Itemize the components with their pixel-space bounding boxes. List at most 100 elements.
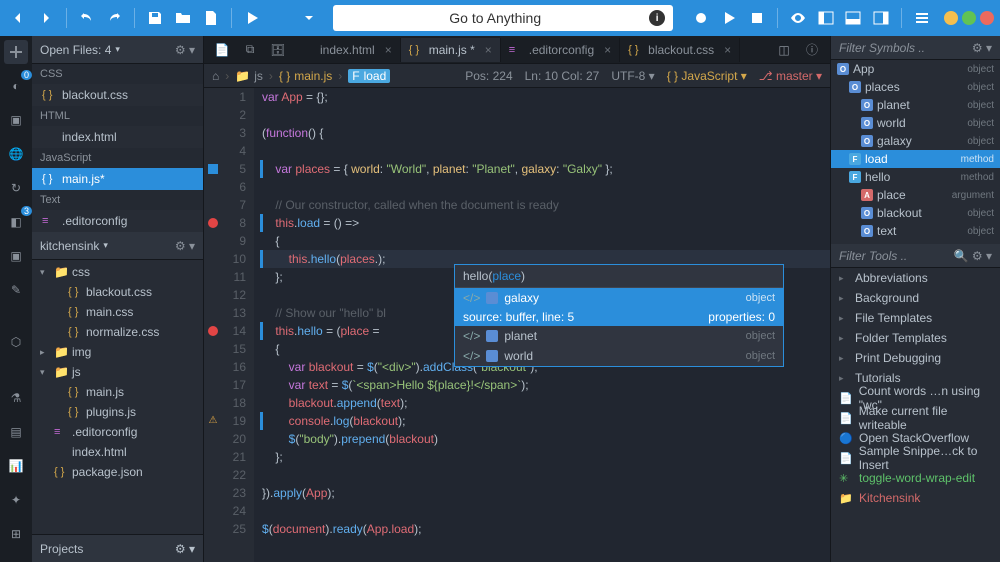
autocomplete-item[interactable]: </>galaxyobject: [455, 288, 783, 308]
symbol-item[interactable]: Floadmethod: [831, 150, 1000, 168]
refresh-icon[interactable]: ↻: [4, 176, 28, 200]
open-file-item[interactable]: { }main.js*: [32, 168, 203, 190]
tool-category[interactable]: ▸File Templates: [831, 308, 1000, 328]
terminal-icon[interactable]: ▤: [4, 420, 28, 444]
open-files-header[interactable]: Open Files: 4 ▾ ⚙ ▾: [32, 36, 203, 64]
tool-category[interactable]: ▸Folder Templates: [831, 328, 1000, 348]
tool-item[interactable]: ✳toggle-word-wrap-edit: [831, 468, 1000, 488]
tool-category[interactable]: ▸Print Debugging: [831, 348, 1000, 368]
tree-file[interactable]: { }package.json: [32, 462, 203, 482]
symbol-item[interactable]: Oplacesobject: [831, 78, 1000, 96]
tree-file[interactable]: ≡.editorconfig: [32, 422, 203, 442]
autocomplete-item[interactable]: </>worldobject: [455, 346, 783, 366]
chart-icon[interactable]: 📊: [4, 454, 28, 478]
symbol-item[interactable]: Oworldobject: [831, 114, 1000, 132]
close-icon[interactable]: ×: [485, 43, 492, 57]
open-file-item[interactable]: index.html: [32, 126, 203, 148]
save-button[interactable]: [143, 4, 167, 32]
editor-tab[interactable]: { }blackout.css×: [620, 38, 740, 62]
open-button[interactable]: [171, 4, 195, 32]
status-branch[interactable]: ⎇ master ▾: [759, 69, 822, 83]
copy-icon[interactable]: ⧉: [236, 36, 264, 64]
minimize-button[interactable]: [944, 11, 958, 25]
status-language[interactable]: { } JavaScript ▾: [667, 69, 747, 83]
symbol-item[interactable]: OAppobject: [831, 60, 1000, 78]
open-file-item[interactable]: { }blackout.css: [32, 84, 203, 106]
tree-file[interactable]: index.html: [32, 442, 203, 462]
projects-header[interactable]: Projects ⚙ ▾: [32, 534, 203, 562]
breadcrumb-folder[interactable]: 📁 js: [235, 69, 263, 83]
star-icon[interactable]: ✦: [4, 488, 28, 512]
status-encoding[interactable]: UTF-8 ▾: [611, 69, 654, 83]
symbols-filter[interactable]: Filter Symbols .. ⚙ ▾: [831, 36, 1000, 60]
search-gear-icon[interactable]: 🔍 ⚙ ▾: [954, 249, 992, 263]
record-button[interactable]: [689, 4, 713, 32]
open-file-item[interactable]: ≡.editorconfig: [32, 210, 203, 232]
tool-item[interactable]: 📄Sample Snippe…ck to Insert: [831, 448, 1000, 468]
close-icon[interactable]: ×: [604, 43, 611, 57]
layout-left-button[interactable]: [814, 4, 838, 32]
redo-button[interactable]: [103, 4, 127, 32]
close-button[interactable]: [980, 11, 994, 25]
layout-right-button[interactable]: [869, 4, 893, 32]
brush-icon[interactable]: ✎: [4, 278, 28, 302]
close-icon[interactable]: ×: [385, 43, 392, 57]
tree-file[interactable]: { }main.css: [32, 302, 203, 322]
back-button[interactable]: [6, 4, 30, 32]
goto-anything-input[interactable]: Go to Anything i: [333, 5, 673, 31]
tree-folder[interactable]: ▾📁css: [32, 262, 203, 282]
grid-icon[interactable]: ⊞: [4, 522, 28, 546]
macro-play-button[interactable]: [717, 4, 741, 32]
tool-item[interactable]: 📁Kitchensink: [831, 488, 1000, 508]
dropdown-button[interactable]: [297, 4, 321, 32]
gear-icon[interactable]: ⚙ ▾: [175, 542, 195, 556]
symbol-item[interactable]: Fhellomethod: [831, 168, 1000, 186]
gear-icon[interactable]: ⚙ ▾: [972, 41, 992, 55]
symbol-item[interactable]: Aplaceargument: [831, 186, 1000, 204]
symbol-item[interactable]: Ogalaxyobject: [831, 132, 1000, 150]
forward-button[interactable]: [34, 4, 58, 32]
split-icon[interactable]: ◫: [770, 36, 798, 64]
menu-button[interactable]: [910, 4, 934, 32]
home-icon[interactable]: ⌂: [212, 69, 219, 83]
stop-button[interactable]: [745, 4, 769, 32]
undo-button[interactable]: [75, 4, 99, 32]
symbol-item[interactable]: Oplanetobject: [831, 96, 1000, 114]
file-icon[interactable]: 📄: [208, 36, 236, 64]
tree-folder[interactable]: ▸📁img: [32, 342, 203, 362]
flask-icon[interactable]: ⚗: [4, 386, 28, 410]
tree-file[interactable]: { }plugins.js: [32, 402, 203, 422]
editor-tab[interactable]: { }main.js *×: [401, 38, 501, 62]
changes-icon[interactable]: ◧: [4, 210, 28, 234]
layout-bottom-button[interactable]: [842, 4, 866, 32]
tool-category[interactable]: ▸Abbreviations: [831, 268, 1000, 288]
gear-icon[interactable]: ⚙ ▾: [175, 43, 195, 57]
add-icon[interactable]: [4, 40, 28, 64]
symbol-item[interactable]: Oblackoutobject: [831, 204, 1000, 222]
code-editor[interactable]: ⚠ 12345678910111213141516171819202122232…: [204, 88, 830, 562]
tree-file[interactable]: { }blackout.css: [32, 282, 203, 302]
tree-file[interactable]: { }normalize.css: [32, 322, 203, 342]
autocomplete-item[interactable]: </>planetobject: [455, 326, 783, 346]
tree-file[interactable]: { }main.js: [32, 382, 203, 402]
bookmark-icon[interactable]: ▣: [4, 108, 28, 132]
tool-category[interactable]: ▸Background: [831, 288, 1000, 308]
editor-tab[interactable]: index.html×: [292, 38, 401, 62]
close-icon[interactable]: ×: [724, 43, 731, 57]
new-file-button[interactable]: [199, 4, 223, 32]
breadcrumb-symbol[interactable]: F load: [348, 69, 390, 83]
symbol-item[interactable]: Otextobject: [831, 222, 1000, 240]
breadcrumb-file[interactable]: { } main.js: [279, 69, 332, 83]
project-header[interactable]: kitchensink ▾ ⚙ ▾: [32, 232, 203, 260]
share-icon[interactable]: ⬡: [4, 330, 28, 354]
tool-item[interactable]: 📄Make current file writeable: [831, 408, 1000, 428]
database-icon[interactable]: 🗄: [264, 36, 292, 64]
panel-icon[interactable]: ▣: [4, 244, 28, 268]
editor-tab[interactable]: ≡.editorconfig×: [501, 38, 620, 62]
tree-folder[interactable]: ▾📁js: [32, 362, 203, 382]
tools-filter[interactable]: Filter Tools .. 🔍 ⚙ ▾: [831, 244, 1000, 268]
gear-icon[interactable]: ⚙ ▾: [175, 239, 195, 253]
play-button[interactable]: [240, 4, 264, 32]
preview-button[interactable]: [786, 4, 810, 32]
notifications-icon[interactable]: ◐: [4, 74, 28, 98]
